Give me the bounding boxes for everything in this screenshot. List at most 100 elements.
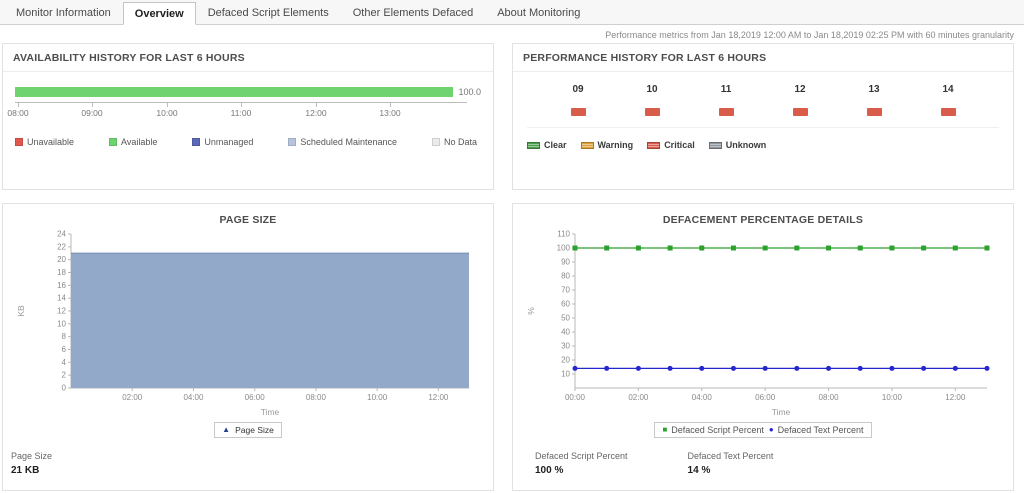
summary-label: Page Size bbox=[11, 451, 52, 461]
axis-tick-label: 11:00 bbox=[231, 108, 252, 118]
svg-text:04:00: 04:00 bbox=[183, 393, 204, 402]
performance-status-cell[interactable] bbox=[793, 108, 808, 116]
svg-text:10:00: 10:00 bbox=[882, 393, 903, 402]
svg-text:50: 50 bbox=[561, 314, 570, 323]
critical-swatch-icon bbox=[647, 142, 660, 149]
performance-column: 10 bbox=[615, 84, 689, 116]
legend-label: Defaced Text Percent bbox=[778, 425, 864, 435]
svg-text:14: 14 bbox=[57, 294, 66, 303]
svg-text:12:00: 12:00 bbox=[945, 393, 966, 402]
warning-swatch-icon bbox=[581, 142, 594, 149]
legend-item-clear: Clear bbox=[527, 140, 567, 150]
svg-text:6: 6 bbox=[62, 345, 67, 354]
page-size-panel: PAGE SIZE 02468101214161820222402:0004:0… bbox=[2, 203, 494, 491]
svg-text:02:00: 02:00 bbox=[628, 393, 649, 402]
unknown-swatch-icon bbox=[709, 142, 722, 149]
axis-tick-label: 09:00 bbox=[81, 108, 102, 118]
page-size-chart-title: PAGE SIZE bbox=[3, 214, 493, 226]
legend-label: Unavailable bbox=[27, 137, 74, 147]
unavailable-swatch-icon bbox=[15, 138, 23, 146]
hour-label: 12 bbox=[763, 84, 837, 95]
performance-status-cell[interactable] bbox=[719, 108, 734, 116]
legend-item-scheduled-maintenance: Scheduled Maintenance bbox=[288, 137, 397, 147]
defacement-chart-title: DEFACEMENT PERCENTAGE DETAILS bbox=[513, 214, 1013, 226]
svg-text:02:00: 02:00 bbox=[122, 393, 143, 402]
svg-text:0: 0 bbox=[62, 384, 67, 393]
axis-tick-label: 13:00 bbox=[379, 108, 400, 118]
defacement-line-chart: 10203040506070809010011000:0002:0004:000… bbox=[523, 228, 1003, 418]
legend-item-unavailable: Unavailable bbox=[15, 137, 74, 147]
tab-about-monitoring[interactable]: About Monitoring bbox=[485, 1, 592, 24]
page-size-legend[interactable]: ▲ Page Size bbox=[214, 422, 282, 438]
page-size-area-chart: 02468101214161820222402:0004:0006:0008:0… bbox=[13, 228, 483, 418]
hour-label: 10 bbox=[615, 84, 689, 95]
legend-label: Scheduled Maintenance bbox=[300, 137, 397, 147]
svg-text:22: 22 bbox=[57, 242, 66, 251]
available-swatch-icon bbox=[109, 138, 117, 146]
performance-hour-table: 09 10 11 12 13 14 bbox=[513, 72, 1013, 116]
svg-text:90: 90 bbox=[561, 258, 570, 267]
svg-text:04:00: 04:00 bbox=[692, 393, 713, 402]
legend-label: Available bbox=[121, 137, 157, 147]
svg-text:Time: Time bbox=[772, 407, 791, 417]
metrics-period-note: Performance metrics from Jan 18,2019 12:… bbox=[0, 25, 1024, 43]
defaced-text-marker-icon: ● bbox=[769, 426, 774, 434]
tab-monitor-information[interactable]: Monitor Information bbox=[4, 1, 123, 24]
svg-text:4: 4 bbox=[62, 358, 67, 367]
defacement-legend: ■ Defaced Script Percent ● Defaced Text … bbox=[654, 422, 871, 438]
clear-swatch-icon bbox=[527, 142, 540, 149]
svg-text:60: 60 bbox=[561, 300, 570, 309]
svg-text:KB: KB bbox=[16, 305, 26, 317]
performance-legend: Clear Warning Critical Unknown bbox=[513, 128, 1013, 150]
legend-item-no-data: No Data bbox=[432, 137, 477, 147]
availability-timeline-bar[interactable] bbox=[15, 87, 453, 97]
svg-text:70: 70 bbox=[561, 286, 570, 295]
performance-status-cell[interactable] bbox=[571, 108, 586, 116]
availability-legend: Unavailable Available Unmanaged Schedule… bbox=[15, 137, 477, 147]
performance-status-cell[interactable] bbox=[867, 108, 882, 116]
svg-text:110: 110 bbox=[557, 230, 570, 239]
unmanaged-swatch-icon bbox=[192, 138, 200, 146]
performance-status-cell[interactable] bbox=[645, 108, 660, 116]
performance-panel-title: PERFORMANCE HISTORY FOR LAST 6 HOURS bbox=[513, 44, 1013, 72]
legend-label: Unknown bbox=[726, 140, 767, 150]
legend-item-available: Available bbox=[109, 137, 157, 147]
legend-item-defaced-script[interactable]: ■ Defaced Script Percent bbox=[662, 425, 763, 435]
legend-label: Clear bbox=[544, 140, 567, 150]
svg-text:12:00: 12:00 bbox=[428, 393, 449, 402]
svg-text:20: 20 bbox=[561, 356, 570, 365]
performance-column: 09 bbox=[541, 84, 615, 116]
availability-body: 100.0 08:00 09:00 10:00 11:00 12:00 13:0… bbox=[3, 87, 493, 147]
svg-text:08:00: 08:00 bbox=[306, 393, 327, 402]
svg-text:2: 2 bbox=[62, 371, 67, 380]
svg-text:10: 10 bbox=[561, 370, 570, 379]
svg-text:18: 18 bbox=[57, 268, 66, 277]
svg-text:12: 12 bbox=[57, 307, 66, 316]
axis-tick-label: 12:00 bbox=[305, 108, 326, 118]
tab-bar: Monitor Information Overview Defaced Scr… bbox=[0, 0, 1024, 25]
page-size-summary: Page Size 21 KB bbox=[3, 438, 493, 476]
legend-label: Critical bbox=[664, 140, 695, 150]
dashboard-grid: AVAILABILITY HISTORY FOR LAST 6 HOURS 10… bbox=[0, 43, 1024, 491]
availability-value: 100.0 bbox=[458, 87, 481, 97]
hour-label: 09 bbox=[541, 84, 615, 95]
svg-text:100: 100 bbox=[557, 244, 571, 253]
axis-tick-label: 10:00 bbox=[156, 108, 177, 118]
tab-defaced-script-elements[interactable]: Defaced Script Elements bbox=[196, 1, 341, 24]
axis-tick-label: 08:00 bbox=[7, 108, 28, 118]
svg-text:06:00: 06:00 bbox=[755, 393, 776, 402]
legend-item-unknown: Unknown bbox=[709, 140, 767, 150]
performance-column: 11 bbox=[689, 84, 763, 116]
hour-label: 14 bbox=[911, 84, 985, 95]
svg-text:%: % bbox=[526, 307, 536, 315]
legend-label: Unmanaged bbox=[204, 137, 253, 147]
defacement-percentage-panel: DEFACEMENT PERCENTAGE DETAILS 1020304050… bbox=[512, 203, 1014, 491]
tab-other-elements-defaced[interactable]: Other Elements Defaced bbox=[341, 1, 485, 24]
tab-overview[interactable]: Overview bbox=[123, 2, 196, 25]
legend-item-warning: Warning bbox=[581, 140, 634, 150]
svg-text:20: 20 bbox=[57, 255, 66, 264]
legend-item-unmanaged: Unmanaged bbox=[192, 137, 253, 147]
legend-item-defaced-text[interactable]: ● Defaced Text Percent bbox=[769, 425, 864, 435]
svg-text:80: 80 bbox=[561, 272, 570, 281]
performance-status-cell[interactable] bbox=[941, 108, 956, 116]
